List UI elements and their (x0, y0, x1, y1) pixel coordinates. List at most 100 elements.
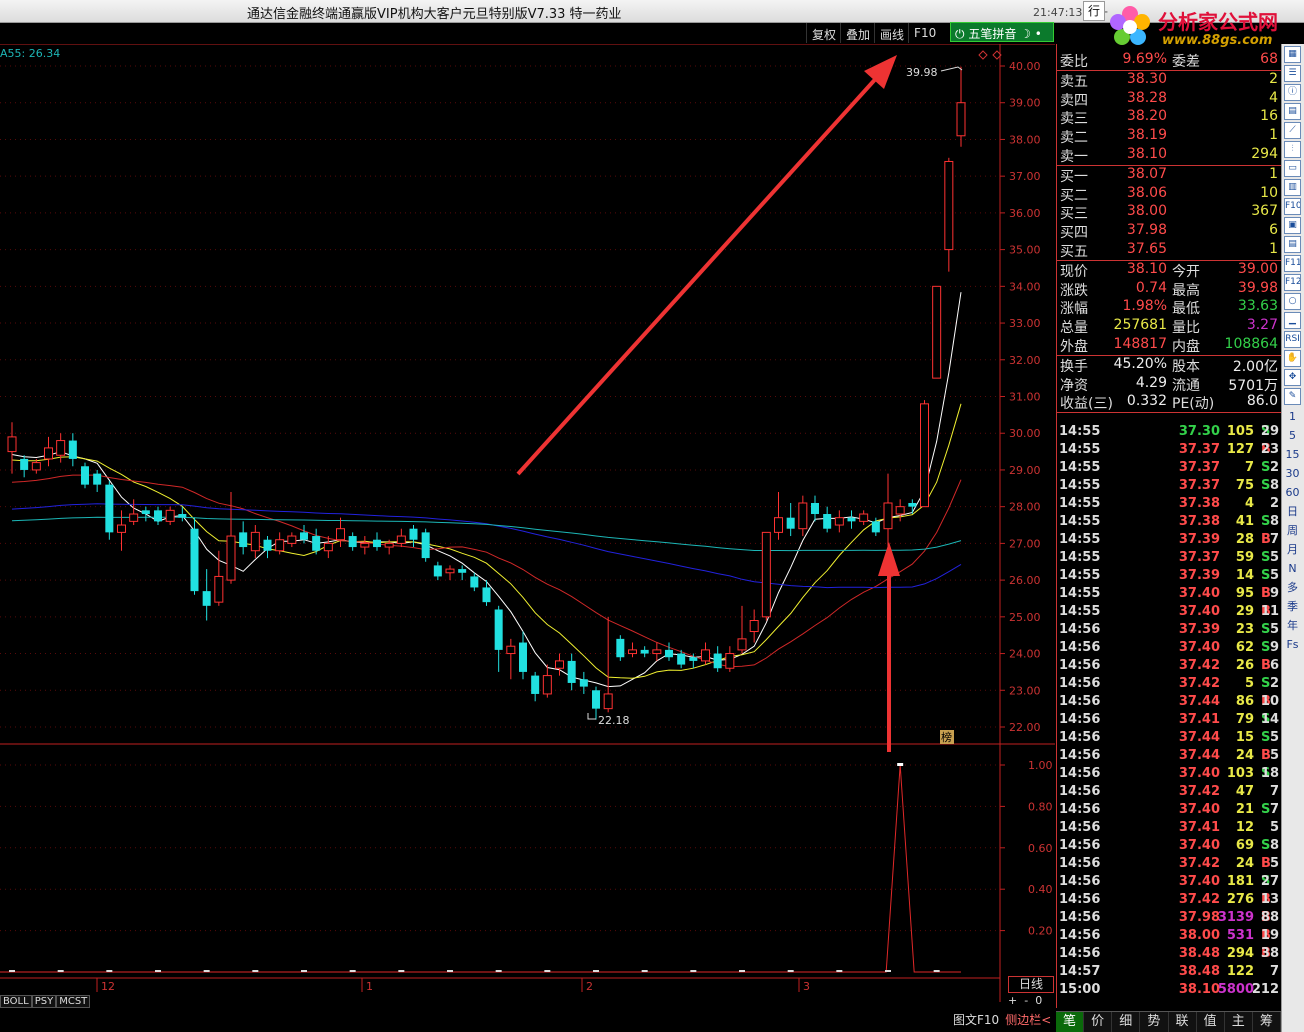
candle-up (737, 638, 747, 651)
candle-down (20, 458, 29, 470)
tick-volume: 105 (1226, 424, 1254, 439)
candle-up (932, 285, 942, 379)
tab-boll[interactable]: BOLL (0, 995, 32, 1008)
candle-up (725, 653, 735, 669)
info-icon[interactable]: ⓘ (1284, 84, 1301, 101)
depth-icon[interactable]: ▤ (1284, 103, 1301, 120)
ask-row: 卖一 38.10 294 (1057, 146, 1281, 165)
period-shortcut[interactable]: 30 (1282, 464, 1303, 483)
circle-icon[interactable]: ○ (1284, 293, 1301, 310)
tick-count: 6 (1269, 658, 1279, 673)
ime-status[interactable]: ⏻ 五笔拼音 ☽ • (950, 22, 1054, 42)
pen-icon[interactable]: ✎ (1284, 388, 1301, 405)
tick-row: 14:56 38.48 294 B 38 (1056, 946, 1281, 964)
ask-label: 卖四 (1060, 92, 1088, 109)
quote-tab[interactable]: 主 (1225, 1012, 1253, 1032)
tick-count: 23 (1260, 442, 1279, 457)
news-icon[interactable]: ▤ (1284, 236, 1301, 253)
tab-mcst[interactable]: MCST (56, 995, 91, 1008)
adjust-button[interactable]: 复权 (806, 23, 840, 43)
list-icon[interactable]: ☰ (1284, 65, 1301, 82)
quote-tab[interactable]: 笔 (1056, 1012, 1085, 1032)
tick-time: 14:56 (1059, 784, 1101, 799)
period-button[interactable]: 日线 (1008, 976, 1054, 993)
candle-up (859, 513, 869, 522)
tick-time: 14:56 (1059, 946, 1101, 961)
period-shortcut[interactable]: Fs (1282, 635, 1303, 654)
draw-button[interactable]: 画线 (874, 23, 908, 43)
ask-price: 38.10 (1126, 145, 1167, 162)
tab-psy[interactable]: PSY (31, 995, 57, 1008)
candle-down (567, 660, 576, 683)
period-shortcut[interactable]: 月 (1282, 540, 1303, 559)
kline-chart[interactable]: 40.00 39.00 38.00 37.00 36.00 35.00 34.00 33.00… (0, 44, 1055, 1002)
quote-tab[interactable]: 价 (1084, 1012, 1113, 1032)
candle-down (421, 532, 430, 559)
candle-up (542, 675, 552, 695)
f10-icon[interactable]: F10 (1284, 198, 1301, 215)
zoom-out-button[interactable]: - (1024, 994, 1028, 1007)
candle-down (823, 514, 832, 529)
quote-tab[interactable]: 细 (1112, 1012, 1141, 1032)
candle-up (761, 531, 771, 618)
candle-up (250, 531, 260, 552)
indicator-dot (739, 970, 745, 972)
period-shortcut[interactable]: 日 (1282, 502, 1303, 521)
period-shortcut[interactable]: 年 (1282, 616, 1303, 635)
f12-icon[interactable]: F12 (1284, 274, 1301, 291)
candle-down (300, 532, 308, 540)
quote-tab[interactable]: 势 (1140, 1012, 1169, 1032)
tick-time: 14:55 (1059, 604, 1101, 619)
zoom-control: + - 0 (1008, 994, 1042, 1007)
overlay-button[interactable]: 叠加 (840, 23, 874, 43)
kline-icon[interactable]: ▦ (1284, 46, 1301, 63)
sidebar-toggle-button[interactable]: 侧边栏< (1002, 1012, 1054, 1030)
date-label: 3 (803, 980, 810, 993)
tick-count: 5 (1269, 730, 1279, 745)
f10-text-button[interactable]: 图文F10 (950, 1012, 1002, 1030)
quote-label: 涨幅 (1060, 301, 1088, 318)
stat-row: 总量 257681 量比 3.27 (1057, 317, 1281, 336)
candle-up (749, 620, 759, 633)
zoom-in-button[interactable]: + (1008, 994, 1017, 1007)
tick-row: 14:55 37.37 127 B 23 (1056, 442, 1281, 460)
period-shortcut[interactable]: 60 (1282, 483, 1303, 502)
quote-tab[interactable]: 值 (1197, 1012, 1225, 1032)
zoom-reset-button[interactable]: 0 (1035, 994, 1042, 1007)
period-shortcut[interactable]: 5 (1282, 426, 1303, 445)
bid-label: 买二 (1060, 187, 1088, 204)
tick-time: 14:55 (1059, 532, 1101, 547)
calc-icon[interactable]: ▣ (1284, 217, 1301, 234)
quote-value: 257681 (1113, 317, 1167, 334)
ma-line-120 (11, 516, 962, 552)
hand-icon[interactable]: ✋ (1284, 350, 1301, 367)
period-shortcut[interactable]: 季 (1282, 597, 1303, 616)
badge[interactable]: 榜 (940, 730, 954, 744)
f11-icon[interactable]: F11 (1284, 255, 1301, 272)
tick-list[interactable]: 14:55 37.30 105 S 29 14:55 37.37 127 B 23 14:55 37.… (1056, 424, 1281, 1000)
stat-row: 涨幅 1.98% 最低 33.63 (1057, 298, 1281, 317)
high-marker-label: 39.98 (906, 66, 938, 79)
period-shortcut[interactable]: 周 (1282, 521, 1303, 540)
period-shortcut[interactable]: 15 (1282, 445, 1303, 464)
quote-tab[interactable]: 筹 (1253, 1012, 1281, 1032)
tick-time: 14:56 (1059, 730, 1101, 745)
quote-tab[interactable]: 联 (1169, 1012, 1197, 1032)
bid-volume: 367 (1251, 203, 1278, 220)
fund-icon[interactable]: ▥ (1284, 179, 1301, 196)
doc-icon[interactable]: ▭ (1284, 160, 1301, 177)
volume-icon[interactable]: ▁ (1284, 312, 1301, 329)
candle-icon[interactable]: ⫶ (1284, 141, 1301, 158)
f10-button[interactable]: F10 (908, 23, 940, 43)
period-shortcut[interactable]: 多 (1282, 578, 1303, 597)
line-icon[interactable]: ⟋ (1284, 122, 1301, 139)
rsi-icon[interactable]: RSI (1284, 331, 1301, 348)
tick-count: 38 (1260, 946, 1279, 961)
indicator-dot (57, 970, 64, 972)
candle-down (494, 609, 503, 650)
quote-value: 148817 (1113, 335, 1167, 352)
move-icon[interactable]: ✥ (1284, 369, 1301, 386)
period-shortcut[interactable]: 1 (1282, 407, 1303, 426)
bid-volume: 10 (1260, 184, 1278, 201)
period-shortcut[interactable]: N (1282, 559, 1303, 578)
